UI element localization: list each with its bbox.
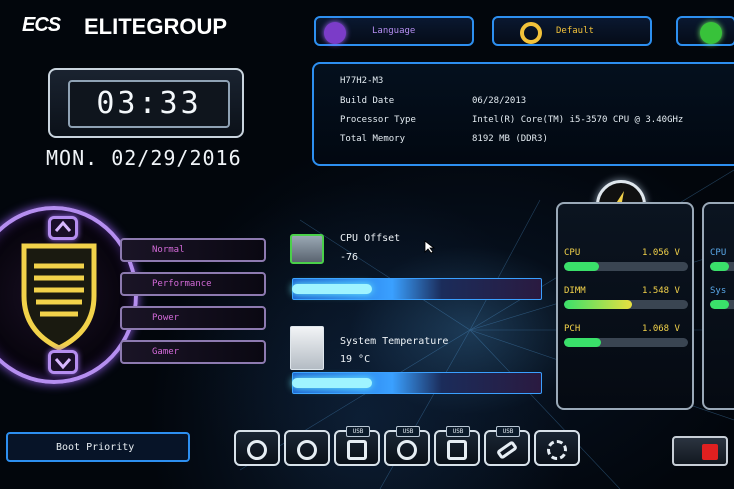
clock-display: 03:33 <box>48 68 244 138</box>
language-button[interactable]: Language <box>314 16 474 46</box>
usb-tag: USB <box>396 426 420 437</box>
boot-device-usb-disc[interactable]: USB <box>384 426 430 466</box>
mode-gamer[interactable]: Gamer <box>120 340 266 364</box>
clock-date: MON. 02/29/2016 <box>46 146 242 170</box>
voltage-value: 1.056 V <box>642 248 680 258</box>
mode-label: Normal <box>152 245 185 255</box>
usb-tag: USB <box>446 426 470 437</box>
voltage-label: CPU <box>564 248 581 258</box>
gear-icon <box>700 22 722 44</box>
mode-performance[interactable]: Performance <box>120 272 266 296</box>
language-label: Language <box>372 26 416 36</box>
cpu-chip-icon <box>290 234 324 264</box>
usb-tag: USB <box>496 426 520 437</box>
boot-device-usb-stick[interactable]: USB <box>484 426 530 466</box>
brand-logo: ECS ELITEGROUP <box>22 14 262 44</box>
bios-screen: ECS ELITEGROUP Language Default 03:33 MO… <box>0 0 734 489</box>
pc-case-icon <box>290 326 324 370</box>
voltage-bar <box>710 300 734 309</box>
reload-icon <box>520 22 542 44</box>
cpu-offset-label: CPU Offset <box>340 233 401 244</box>
system-info-panel: H77H2-M3 Build Date 06/28/2013 Processor… <box>312 62 734 166</box>
default-button[interactable]: Default <box>492 16 652 46</box>
mode-label: Power <box>152 313 180 323</box>
info-row-processor: Processor Type Intel(R) Core(TM) i5-3570… <box>340 115 683 125</box>
mode-label: Performance <box>152 279 212 289</box>
boot-priority-button[interactable]: Boot Priority <box>6 432 190 462</box>
mode-up-button[interactable] <box>48 216 78 240</box>
voltage-value: 1.548 V <box>642 286 680 296</box>
boot-device-hdd[interactable] <box>234 430 280 466</box>
boot-priority-label: Boot Priority <box>56 442 135 453</box>
voltage-value: 1.068 V <box>642 324 680 334</box>
voltage-bar-pch <box>564 338 688 347</box>
chevron-down-icon <box>54 358 72 370</box>
usb-hdd-icon <box>347 440 367 460</box>
voltage-bar-fill <box>564 262 599 271</box>
mode-power[interactable]: Power <box>120 306 266 330</box>
model-name: H77H2-M3 <box>340 76 384 86</box>
voltage-bar-fill <box>564 300 633 309</box>
temperature-bar-glow <box>292 378 372 388</box>
voltage-label: Sys <box>710 286 727 296</box>
system-temperature-label: System Temperature <box>340 336 449 347</box>
mode-label: Gamer <box>152 347 180 357</box>
info-value: 06/28/2013 <box>472 96 527 106</box>
brand-name: ELITEGROUP <box>84 14 228 39</box>
clock-screen: 03:33 <box>68 80 230 128</box>
voltage-panel: CPU 1.056 V DIMM 1.548 V PCH 1.068 V <box>556 202 694 410</box>
chevron-up-icon <box>54 220 72 232</box>
cpu-offset-slider-handle[interactable] <box>292 284 372 294</box>
speech-bubble-icon <box>324 22 346 44</box>
voltage-bar <box>710 262 734 271</box>
info-row-memory: Total Memory 8192 MB (DDR3) <box>340 134 548 144</box>
boot-device-usb-hdd[interactable]: USB <box>334 426 380 466</box>
shield-icon <box>21 243 97 351</box>
exit-button[interactable] <box>672 436 728 466</box>
mode-normal[interactable]: Normal <box>120 238 266 262</box>
default-label: Default <box>556 26 594 36</box>
clock-time: 03:33 <box>96 86 202 121</box>
info-label: Processor Type <box>340 115 416 125</box>
network-icon <box>547 440 567 460</box>
exit-icon <box>702 444 718 460</box>
boot-device-network[interactable] <box>534 430 580 466</box>
voltage-bar-fill <box>564 338 602 347</box>
mouse-cursor-icon <box>424 240 436 254</box>
cpu-offset-value: -76 <box>340 252 359 263</box>
voltage-label: DIMM <box>564 286 586 296</box>
voltage-bar-dimm <box>564 300 688 309</box>
voltage-panel-secondary: CPU Sys <box>702 202 734 410</box>
usb-hdd-icon <box>447 440 467 460</box>
info-row-build-date: Build Date 06/28/2013 <box>340 96 526 106</box>
voltage-label: CPU <box>710 248 727 258</box>
voltage-label: PCH <box>564 324 581 334</box>
system-temperature-value: 19 °C <box>340 354 371 365</box>
hdd-icon <box>247 440 267 460</box>
mode-down-button[interactable] <box>48 350 78 374</box>
ecs-logo-mark: ECS <box>22 14 61 36</box>
info-label: Total Memory <box>340 134 406 144</box>
settings-button[interactable] <box>676 16 734 46</box>
boot-device-optical[interactable] <box>284 430 330 466</box>
usb-stick-icon <box>495 440 519 460</box>
info-label: Build Date <box>340 96 395 106</box>
info-value: 8192 MB (DDR3) <box>472 134 548 144</box>
usb-tag: USB <box>346 426 370 437</box>
boot-device-usb-hdd-2[interactable]: USB <box>434 426 480 466</box>
optical-disc-icon <box>297 440 317 460</box>
voltage-bar-cpu <box>564 262 688 271</box>
usb-disc-icon <box>397 440 417 460</box>
info-value: Intel(R) Core(TM) i5-3570 CPU @ 3.40GHz <box>472 115 684 125</box>
